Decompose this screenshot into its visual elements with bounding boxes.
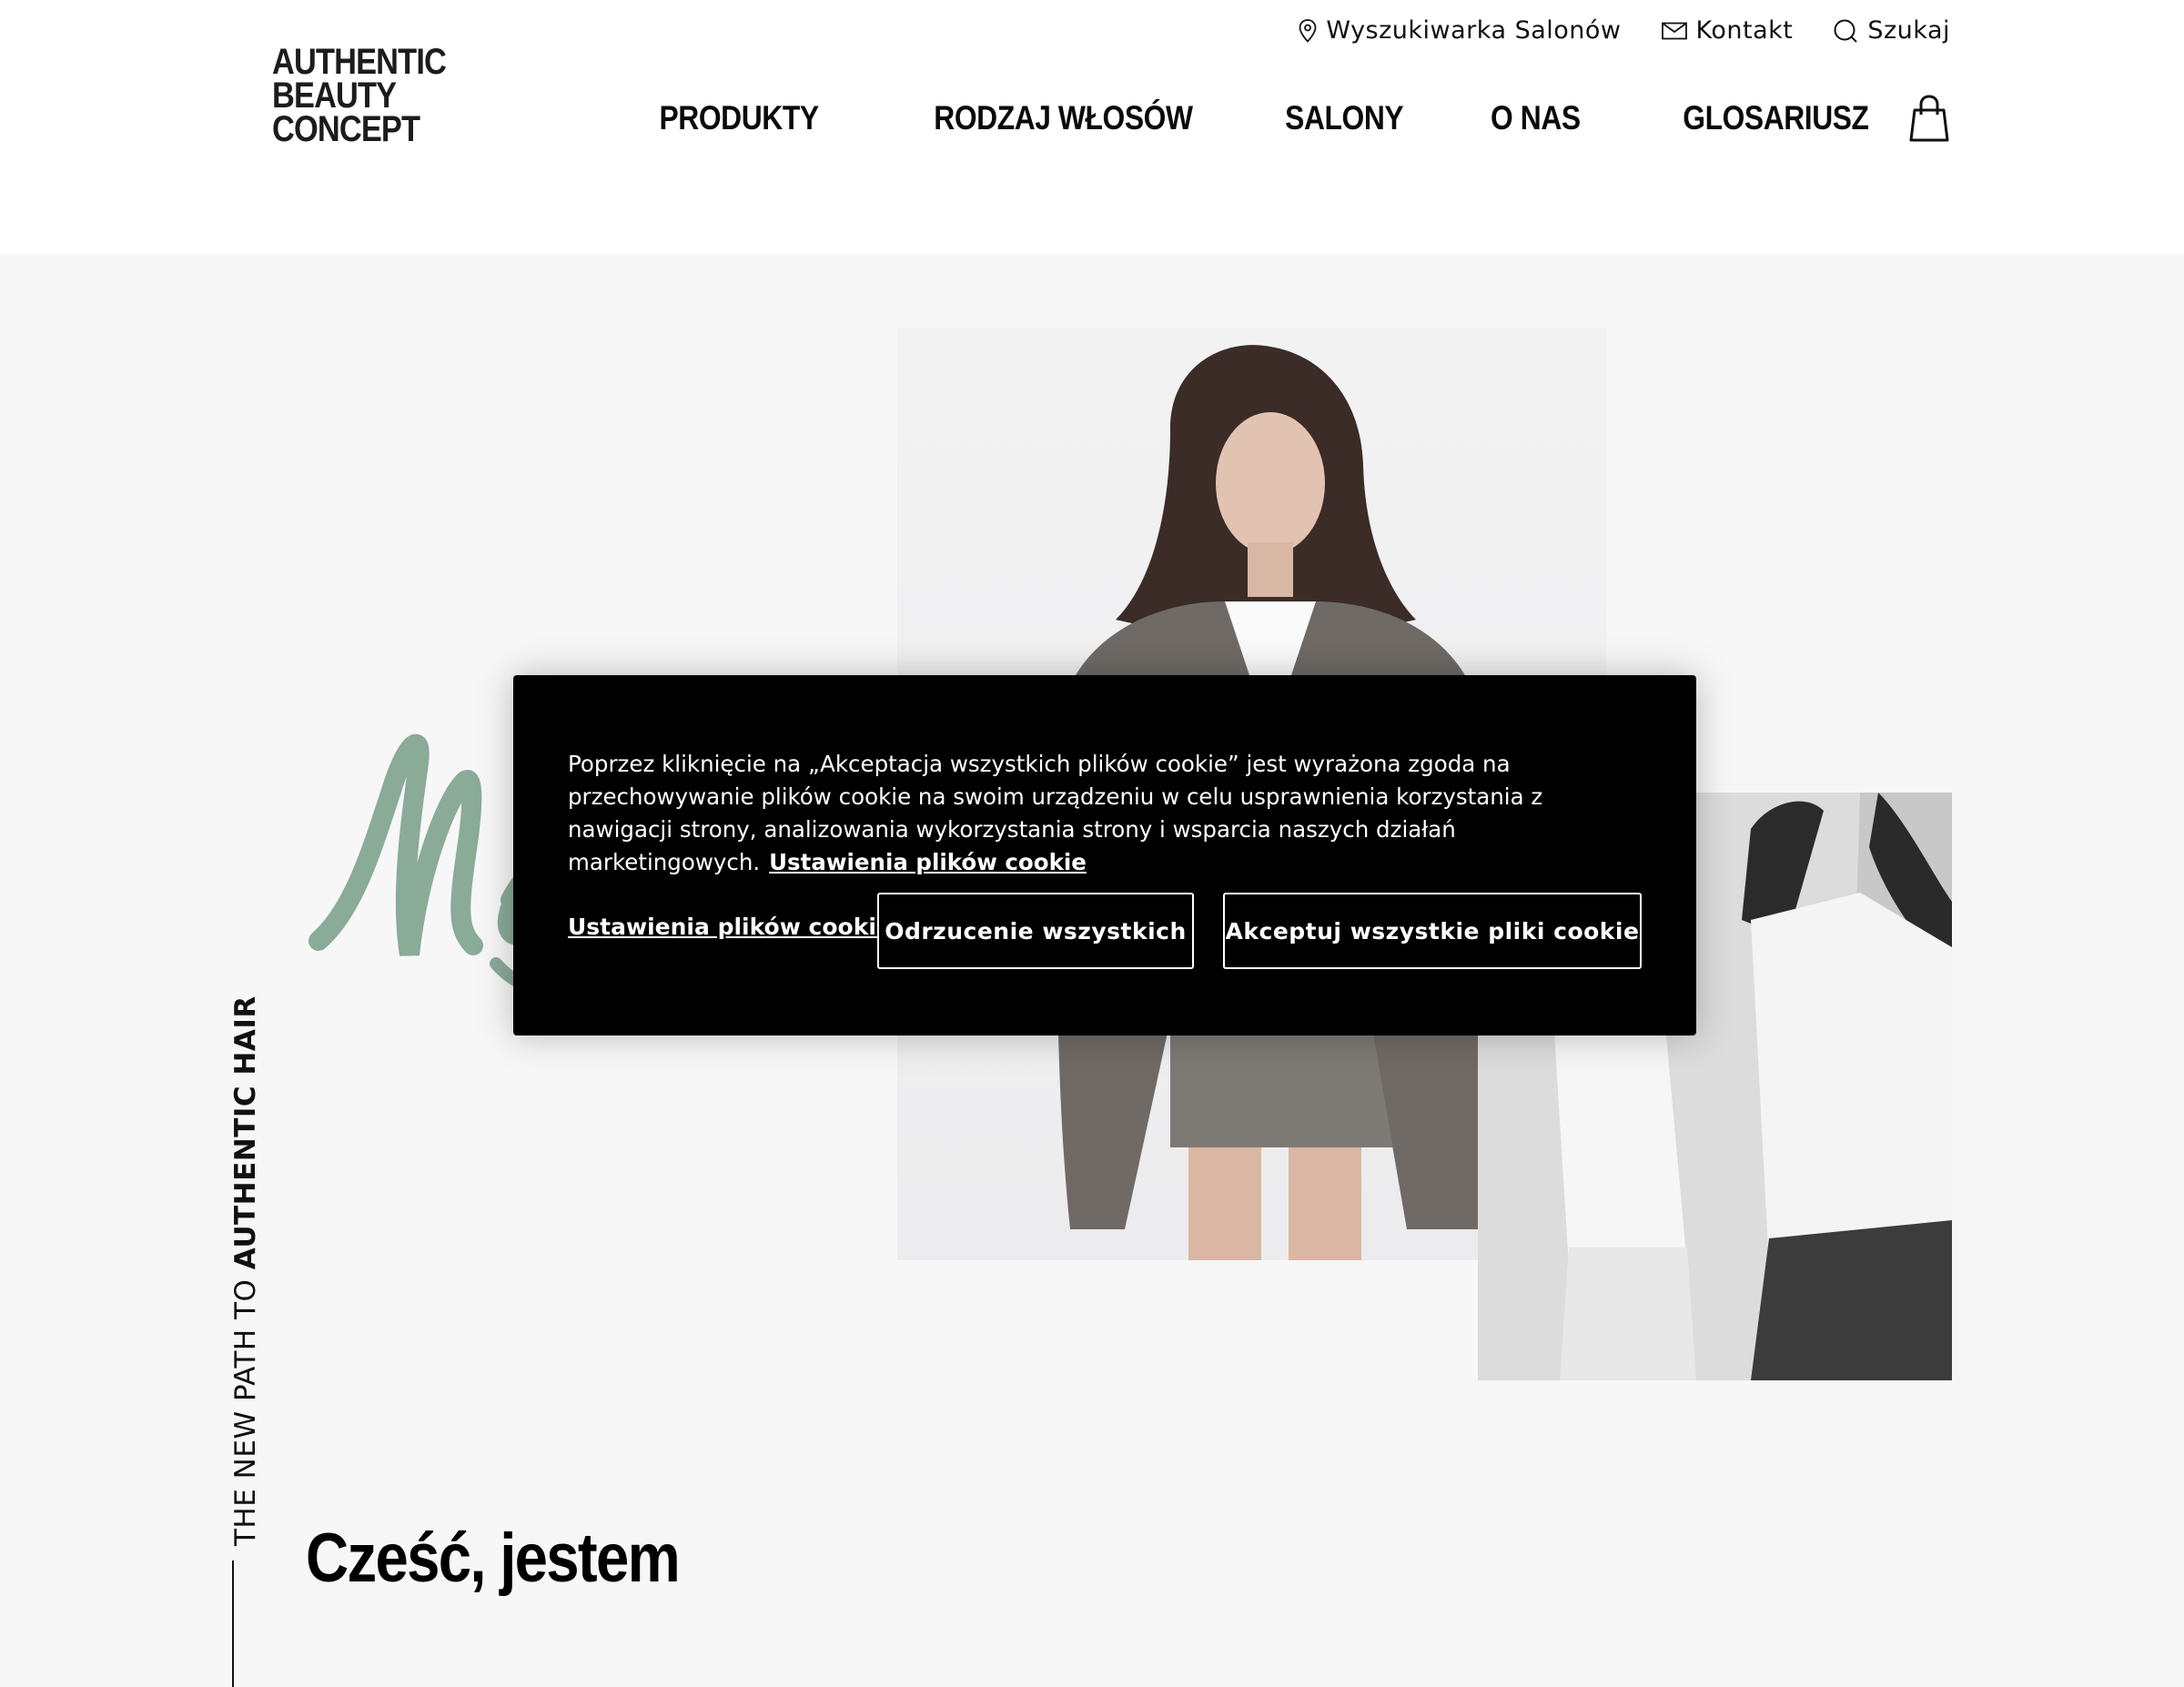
- logo-line: BEAUTY: [272, 76, 397, 116]
- brand-logo[interactable]: AUTHENTIC BEAUTY CONCEPT: [272, 42, 454, 149]
- search-label: Szukaj: [1867, 16, 1950, 45]
- cookie-message: Poprzez kliknięcie na „Akceptacja wszyst…: [568, 748, 1642, 879]
- cookie-settings-inline-link[interactable]: Ustawienia plików cookie: [769, 849, 1087, 875]
- nav-about[interactable]: O NAS: [1491, 99, 1581, 137]
- contact-label: Kontakt: [1695, 16, 1794, 45]
- salon-finder-link[interactable]: Wyszukiwarka Salonów: [1299, 16, 1621, 45]
- reject-all-button[interactable]: Odrzucenie wszystkich: [877, 893, 1194, 969]
- tagline-bold: AUTHENTIC HAIR: [229, 995, 262, 1270]
- search-icon: [1834, 19, 1858, 43]
- vertical-tagline: THE NEW PATH TO AUTHENTIC HAIR: [229, 995, 262, 1546]
- utility-nav: Wyszukiwarka Salonów Kontakt Szukaj: [1299, 16, 1950, 45]
- envelope-icon: [1661, 22, 1687, 39]
- shopping-bag-icon[interactable]: [1909, 95, 1949, 142]
- salon-finder-label: Wyszukiwarka Salonów: [1326, 16, 1622, 45]
- nav-products[interactable]: PRODUKTY: [660, 99, 820, 137]
- tagline-divider: [232, 1561, 234, 1687]
- site-header: AUTHENTIC BEAUTY CONCEPT Wyszukiwarka Sa…: [0, 0, 2184, 254]
- cookie-settings-link[interactable]: Ustawienia plików cookie: [568, 914, 892, 940]
- nav-hair-type[interactable]: RODZAJ WŁOSÓW: [934, 99, 1193, 137]
- search-link[interactable]: Szukaj: [1833, 16, 1950, 45]
- tagline-light: THE NEW PATH TO: [229, 1269, 262, 1546]
- accept-all-button[interactable]: Akceptuj wszystkie pliki cookie: [1223, 893, 1642, 969]
- cookie-banner: Poprzez kliknięcie na „Akceptacja wszyst…: [513, 675, 1696, 1035]
- location-pin-icon: [1299, 18, 1317, 43]
- logo-line: CONCEPT: [272, 109, 420, 149]
- hero-greeting: Cześć, jestem: [306, 1520, 681, 1597]
- nav-salons[interactable]: SALONY: [1285, 99, 1403, 137]
- nav-glossary[interactable]: GLOSARIUSZ: [1684, 99, 1870, 137]
- contact-link[interactable]: Kontakt: [1661, 16, 1794, 45]
- logo-line: AUTHENTIC: [272, 42, 447, 82]
- main-nav: PRODUKTY RODZAJ WŁOSÓW SALONY O NAS GLOS…: [633, 95, 1949, 142]
